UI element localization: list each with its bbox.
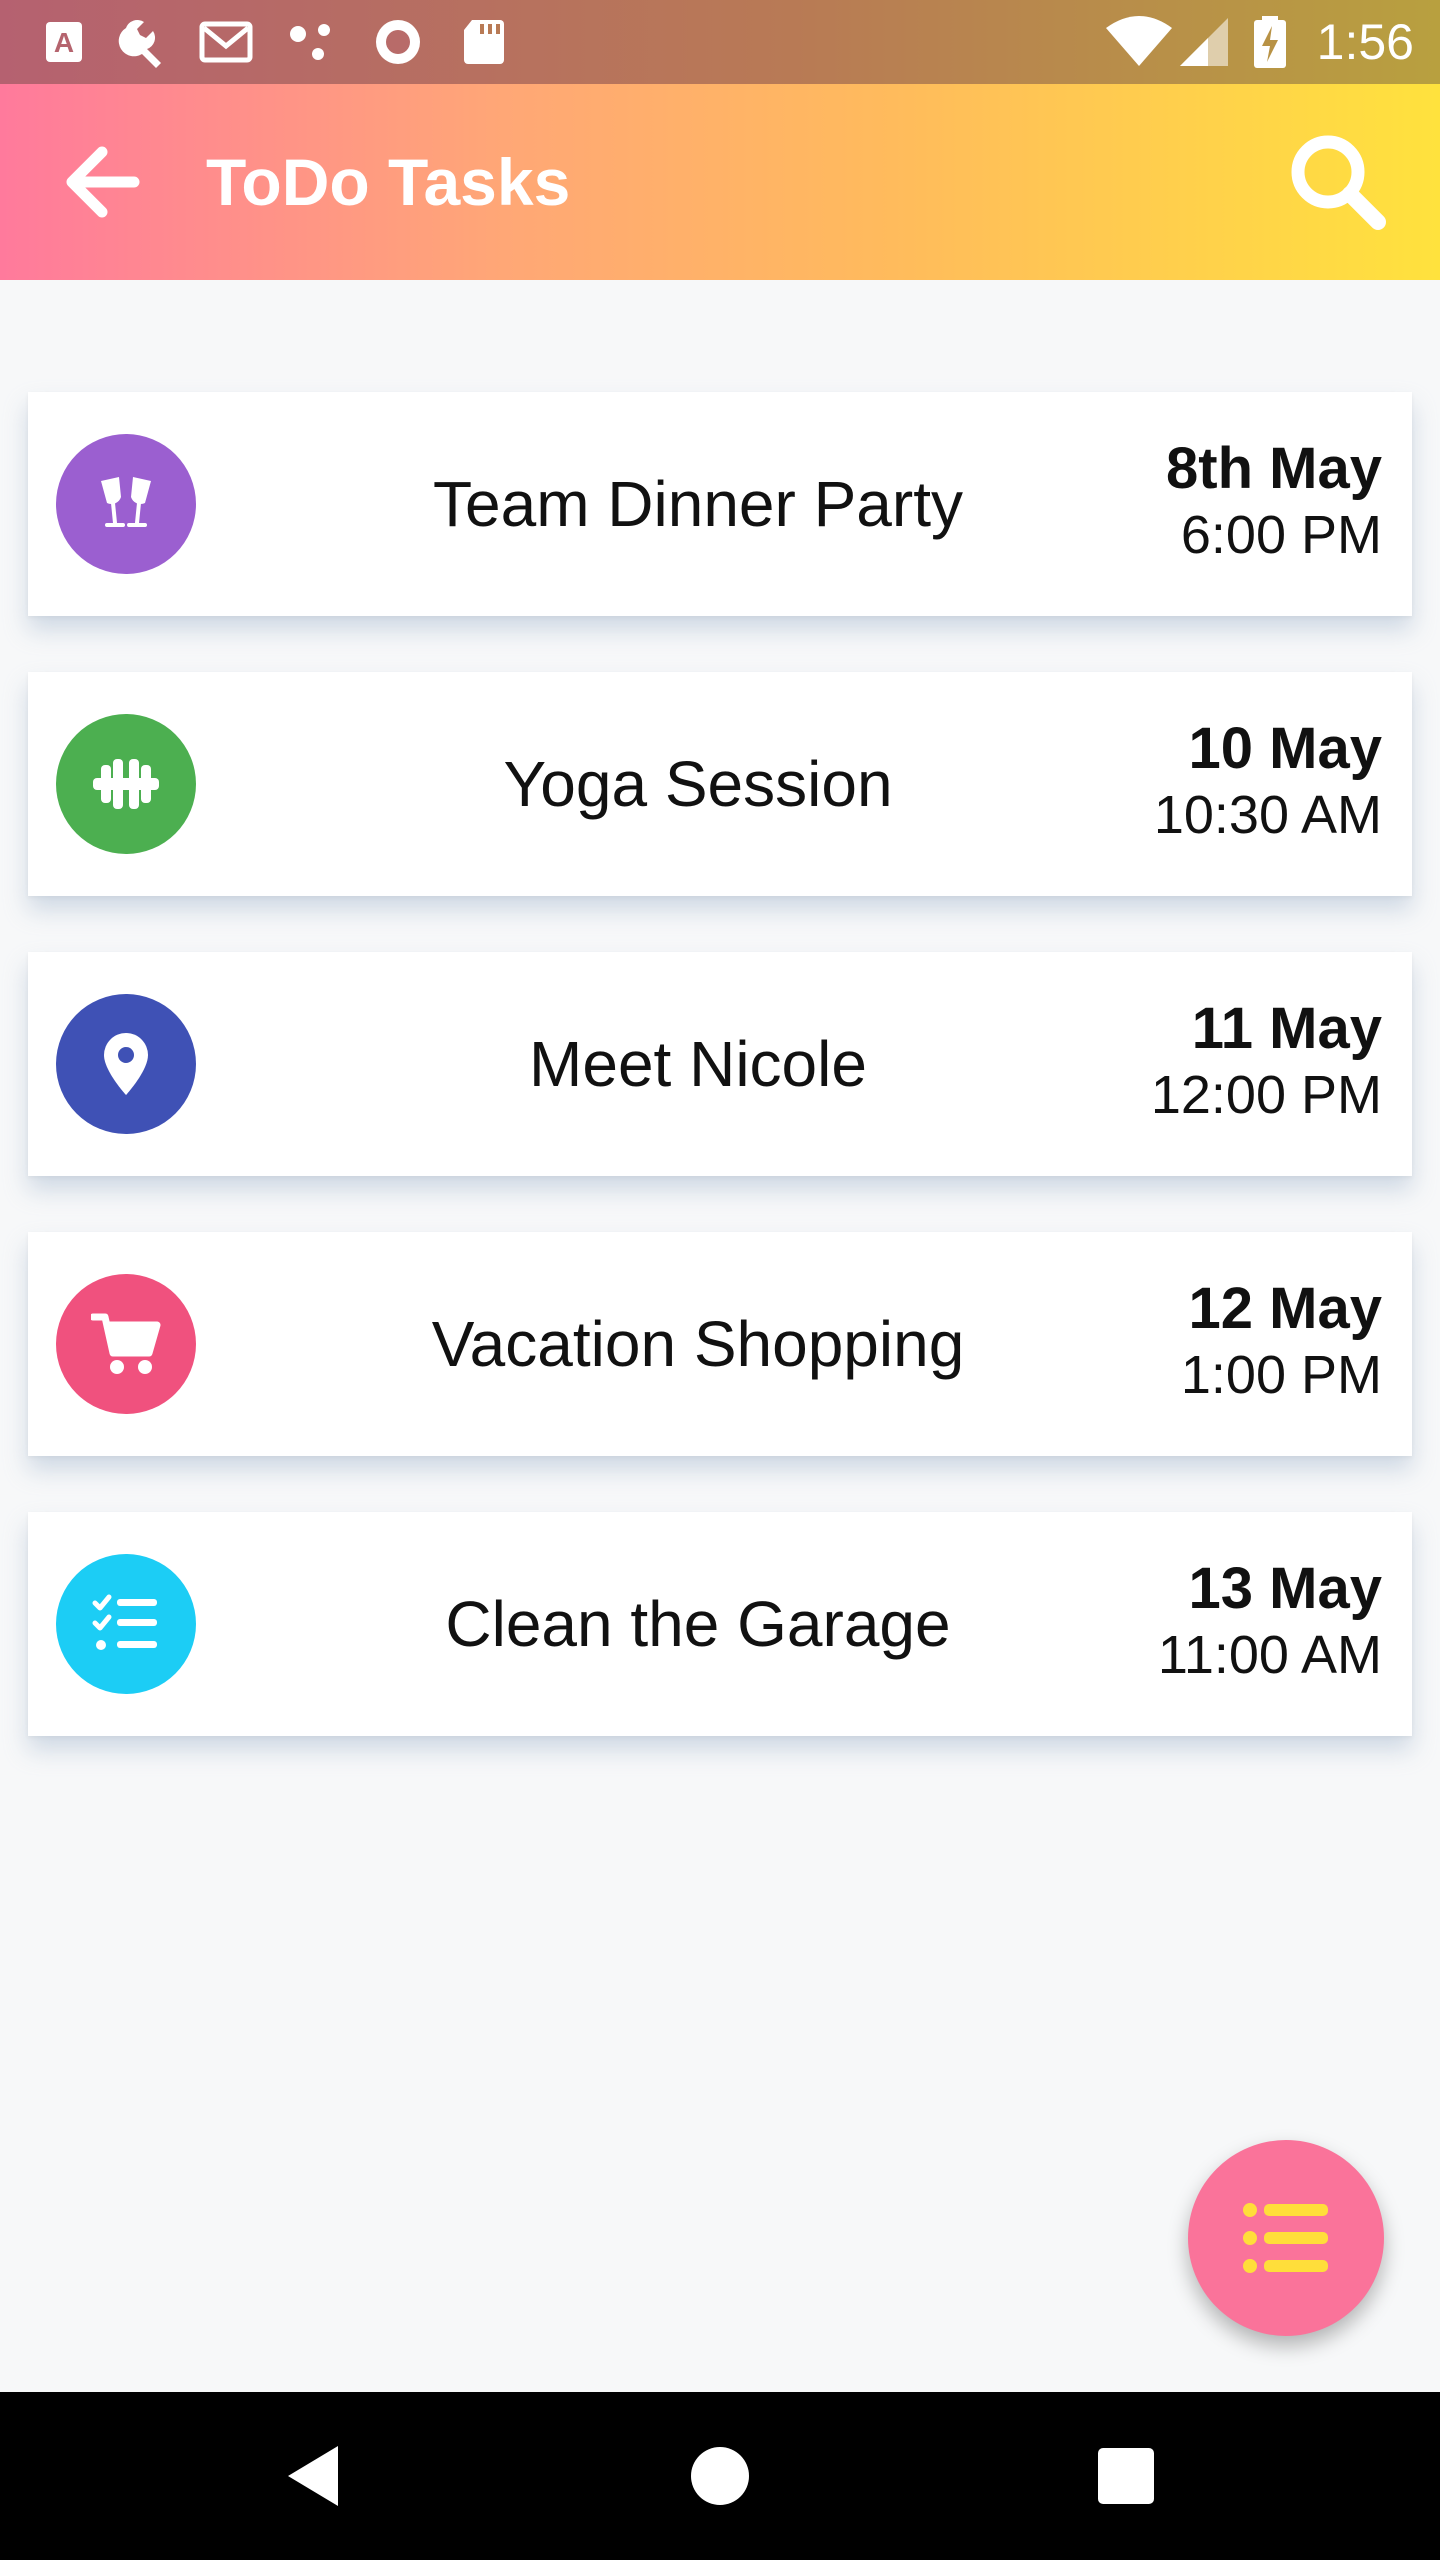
task-avatar [56, 1554, 196, 1694]
system-nav-bar [0, 2392, 1440, 2560]
text-a-icon: A [46, 22, 82, 62]
search-icon[interactable] [1282, 126, 1392, 236]
task-card[interactable]: Team Dinner Party 8th May 6:00 PM [28, 392, 1412, 616]
task-schedule: 12 May 1:00 PM [1082, 1276, 1382, 1408]
task-schedule: 8th May 6:00 PM [1082, 436, 1382, 568]
svg-text:A: A [54, 27, 74, 58]
task-schedule: 10 May 10:30 AM [1082, 716, 1382, 848]
task-title: Vacation Shopping [431, 1308, 965, 1380]
nav-back-icon[interactable] [276, 2436, 356, 2516]
page-title: ToDo Tasks [206, 145, 571, 219]
task-title: Yoga Session [503, 748, 893, 820]
task-date: 13 May [1188, 1556, 1382, 1621]
map-pin-icon [104, 1033, 148, 1095]
task-card[interactable]: Yoga Session 10 May 10:30 AM [28, 672, 1412, 896]
task-date: 10 May [1188, 716, 1382, 781]
task-avatar [56, 1274, 196, 1414]
signal-icon [1180, 18, 1228, 66]
task-date: 12 May [1188, 1276, 1382, 1341]
task-card[interactable]: Meet Nicole 11 May 12:00 PM [28, 952, 1412, 1176]
list-fab-button[interactable] [1188, 2140, 1384, 2336]
glasses-cheers-icon [101, 477, 151, 527]
shopping-cart-icon [91, 1313, 161, 1374]
task-title: Meet Nicole [529, 1028, 867, 1100]
battery-charging-icon [1254, 16, 1286, 68]
task-schedule: 13 May 11:00 AM [1082, 1556, 1382, 1688]
status-bar: A 1:56 [0, 0, 1440, 84]
app-bar: ToDo Tasks [0, 84, 1440, 280]
checklist-icon [92, 1594, 157, 1650]
nav-recents-icon[interactable] [1086, 2436, 1166, 2516]
task-avatar [56, 434, 196, 574]
dumbbell-icon [93, 759, 159, 809]
status-clock: 1:56 [1316, 14, 1414, 70]
task-schedule: 11 May 12:00 PM [1082, 996, 1382, 1128]
list-icon [1243, 2203, 1328, 2273]
task-time: 1:00 PM [1180, 1345, 1382, 1405]
wrench-icon [118, 19, 161, 68]
task-title: Clean the Garage [445, 1588, 951, 1660]
record-icon [376, 20, 420, 64]
task-title: Team Dinner Party [433, 468, 963, 540]
dots-icon [290, 24, 330, 60]
task-time: 12:00 PM [1150, 1065, 1382, 1125]
wifi-icon [1106, 16, 1172, 66]
nav-home-icon[interactable] [680, 2436, 760, 2516]
gmail-icon [199, 21, 253, 63]
task-time: 10:30 AM [1153, 785, 1382, 845]
task-time: 11:00 AM [1157, 1625, 1382, 1685]
task-date: 8th May [1166, 436, 1382, 501]
task-avatar [56, 714, 196, 854]
task-card[interactable]: Clean the Garage 13 May 11:00 AM [28, 1512, 1412, 1736]
back-arrow-icon[interactable] [52, 132, 152, 232]
task-date: 11 May [1191, 996, 1382, 1061]
task-card[interactable]: Vacation Shopping 12 May 1:00 PM [28, 1232, 1412, 1456]
sd-card-icon [464, 20, 504, 64]
task-avatar [56, 994, 196, 1134]
task-time: 6:00 PM [1180, 505, 1382, 565]
